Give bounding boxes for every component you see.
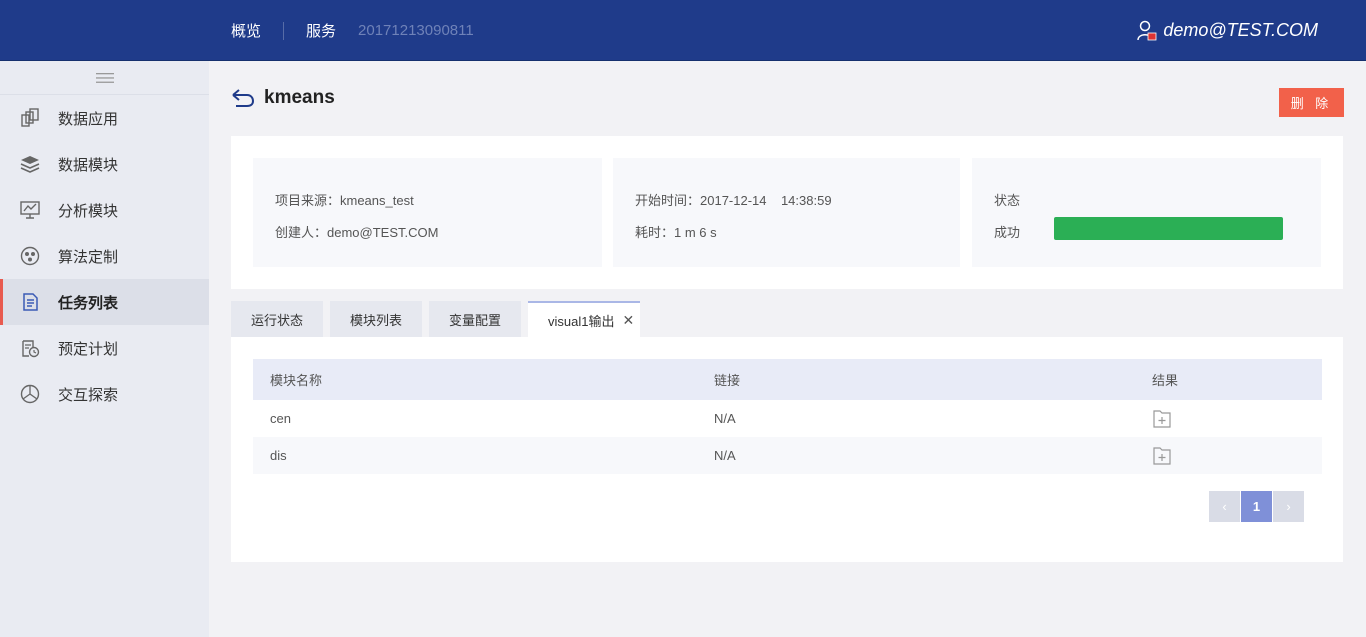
pagination: ‹ 1 › [1209,491,1305,522]
table-row: cen N/A [253,400,1322,437]
table-row: dis N/A [253,437,1322,474]
next-page-button[interactable]: › [1273,491,1304,522]
delete-button[interactable]: 删 除 [1279,88,1344,117]
user-lock-icon [1137,20,1157,40]
back-arrow-icon[interactable] [231,88,255,108]
result-cell [1152,446,1172,466]
page-title: kmeans [264,87,335,108]
sidebar-item-label: 数据模块 [58,156,119,174]
user-name: demo@TEST.COM [1163,20,1318,40]
page-header: kmeans [231,87,335,109]
tab-label: 运行状态 [251,312,304,328]
nav-divider [283,21,285,40]
sidebar-item-analysis[interactable]: 分析模块 [0,187,209,233]
document-list-icon [20,292,40,312]
sidebar: 数据应用 数据模块 分析模块 算法定制 任务列表 预定计划 交互探索 [0,61,209,637]
table-header: 模块名称 链接 结果 [253,359,1322,400]
user-menu[interactable]: demo@TEST.COM [1137,0,1318,61]
sidebar-item-schedule[interactable]: 预定计划 [0,325,209,371]
tab-bar: 运行状态 模块列表 变量配置 visual1输出 ✕ [231,301,647,337]
main-content: kmeans 删 除 项目来源：kmeans_test 创建人：demo@TES… [209,61,1366,637]
column-header: 结果 [1152,373,1179,388]
hamburger-icon [95,72,114,83]
status-progress-bar [1054,217,1283,240]
add-folder-icon[interactable] [1152,446,1172,466]
sidebar-item-data-app[interactable]: 数据应用 [0,95,209,141]
column-header: 链接 [714,373,741,388]
module-link: N/A [714,411,736,426]
module-name: dis [270,448,287,463]
creator: 创建人：demo@TEST.COM [275,225,439,240]
close-icon[interactable]: ✕ [623,312,635,329]
project-source: 项目来源：kmeans_test [275,193,414,208]
sidebar-item-algorithm[interactable]: 算法定制 [0,233,209,279]
tab-label: visual1输出 [548,313,615,329]
compass-icon [20,384,40,404]
start-time: 开始时间：2017-12-14 14:38:59 [635,193,832,208]
task-info-panel: 项目来源：kmeans_test 创建人：demo@TEST.COM 开始时间：… [231,136,1343,289]
monitor-chart-icon [20,200,40,220]
sidebar-item-label: 分析模块 [58,202,119,220]
info-card-status: 状态 成功 [972,158,1321,267]
duration: 耗时：1 m 6 s [635,225,717,240]
tab-module-list[interactable]: 模块列表 [330,301,423,337]
tab-variable-config[interactable]: 变量配置 [429,301,522,337]
nav-overview[interactable]: 概览 [231,20,261,41]
prev-page-button[interactable]: ‹ [1209,491,1240,522]
tab-content: 模块名称 链接 结果 cen N/A dis N/A ‹ 1 › [231,337,1343,562]
data-app-icon [20,108,40,128]
sidebar-item-explore[interactable]: 交互探索 [0,371,209,417]
menu-toggle[interactable] [0,61,209,95]
calendar-clock-icon [20,338,40,358]
sidebar-item-label: 任务列表 [58,294,119,312]
top-bar: 概览 服务 20171213090811 demo@TEST.COM [0,0,1366,61]
result-cell [1152,409,1172,429]
info-card-project: 项目来源：kmeans_test 创建人：demo@TEST.COM [253,158,602,267]
dots-circle-icon [20,246,40,266]
tab-label: 变量配置 [449,312,502,328]
sidebar-item-label: 交互探索 [58,386,119,404]
tab-visual1-output[interactable]: visual1输出 ✕ [528,301,641,337]
status-value: 成功 [994,225,1021,240]
column-header: 模块名称 [270,373,323,388]
layers-icon [20,154,40,174]
top-nav: 概览 服务 20171213090811 [231,0,474,61]
page-button-current[interactable]: 1 [1241,491,1272,522]
info-card-time: 开始时间：2017-12-14 14:38:59 耗时：1 m 6 s [613,158,960,267]
module-name: cen [270,411,291,426]
sidebar-item-task-list[interactable]: 任务列表 [0,279,209,325]
module-link: N/A [714,448,736,463]
tab-label: 模块列表 [350,312,403,328]
sidebar-item-data-module[interactable]: 数据模块 [0,141,209,187]
output-table: 模块名称 链接 结果 cen N/A dis N/A [253,359,1322,474]
sidebar-item-label: 预定计划 [58,340,119,358]
nav-breadcrumb-id[interactable]: 20171213090811 [358,22,474,39]
nav-service[interactable]: 服务 [306,20,336,41]
add-folder-icon[interactable] [1152,409,1172,429]
tab-run-status[interactable]: 运行状态 [231,301,324,337]
status-label: 状态 [994,193,1021,208]
sidebar-item-label: 算法定制 [58,248,119,266]
sidebar-item-label: 数据应用 [58,110,119,128]
